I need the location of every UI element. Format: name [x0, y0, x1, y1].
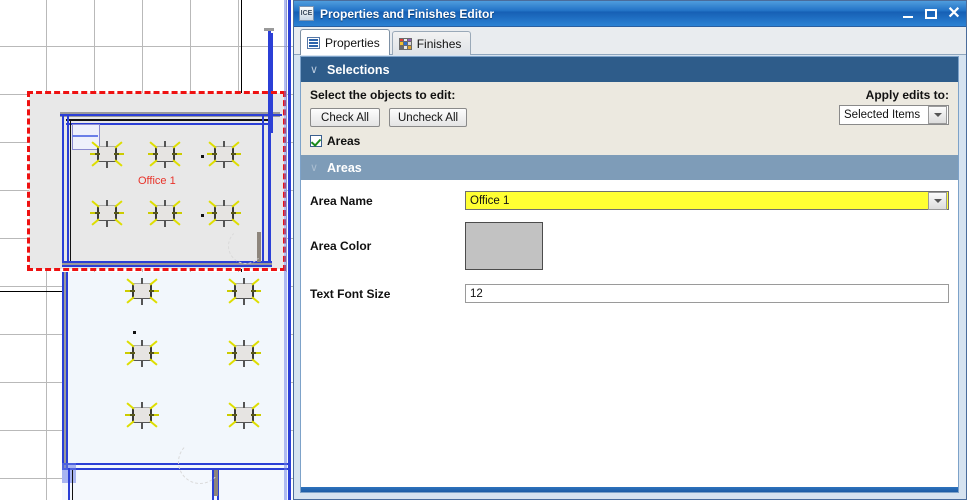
cad-wall-right-cap: [264, 28, 274, 31]
cad-wall-lower-left2: [66, 272, 68, 468]
apply-edits-value: Selected Items: [844, 109, 921, 121]
chevron-down-icon: ∨: [309, 162, 319, 174]
maximize-icon[interactable]: [923, 6, 939, 22]
text-font-size-row: Text Font Size 12: [301, 284, 958, 303]
areas-checkbox[interactable]: [310, 135, 322, 147]
cad-wall-far-right: [288, 0, 291, 500]
selections-section-body: Select the objects to edit: Check All Un…: [301, 82, 958, 155]
areas-section-body: Area Name Office 1 Area Color Text Font …: [301, 191, 958, 303]
cad-workstation[interactable]: [125, 402, 159, 429]
cad-door-swing: [228, 228, 264, 264]
list-icon: [307, 36, 320, 49]
apply-edits-label: Apply edits to:: [865, 88, 949, 102]
window-controls: ✕: [900, 1, 962, 26]
area-color-label: Area Color: [310, 239, 372, 253]
close-icon[interactable]: ✕: [946, 5, 962, 22]
cad-door-swing: [178, 440, 222, 484]
area-name-value: Office 1: [470, 194, 510, 207]
cad-workstation[interactable]: [148, 200, 182, 227]
cad-workstation[interactable]: [125, 340, 159, 367]
cad-drawing-canvas[interactable]: Office 1: [0, 0, 300, 500]
chevron-down-icon[interactable]: [928, 191, 947, 210]
cad-workstation[interactable]: [90, 200, 124, 227]
minimize-icon[interactable]: [900, 6, 916, 22]
cad-workstation[interactable]: [227, 278, 261, 305]
cad-wall-far-right2: [284, 0, 287, 500]
cad-wall-lower-bottom: [62, 463, 290, 465]
cad-workstation[interactable]: [90, 141, 124, 168]
area-name-label: Area Name: [310, 193, 373, 208]
cad-workstation[interactable]: [207, 200, 241, 227]
cad-workstation[interactable]: [227, 340, 261, 367]
tab-properties-label: Properties: [325, 35, 380, 50]
window-titlebar[interactable]: ICE Properties and Finishes Editor ✕: [294, 1, 966, 27]
cad-workstation[interactable]: [207, 141, 241, 168]
tab-properties[interactable]: Properties: [300, 29, 390, 55]
cad-point-marker: [201, 155, 204, 158]
area-color-swatch[interactable]: [465, 222, 543, 270]
cad-wall-lowest-left: [68, 468, 70, 500]
properties-editor-window: ICE Properties and Finishes Editor ✕ Pro…: [293, 0, 967, 500]
check-all-button[interactable]: Check All: [310, 108, 380, 127]
areas-header-label: Areas: [327, 160, 362, 175]
apply-edits-combobox[interactable]: Selected Items: [839, 105, 949, 125]
cad-point-marker: [201, 214, 204, 217]
tab-finishes-label: Finishes: [416, 36, 462, 51]
apply-edits-group: Apply edits to: Selected Items: [839, 88, 949, 125]
text-font-size-label: Text Font Size: [310, 286, 391, 301]
chevron-down-icon: ∨: [309, 64, 319, 76]
properties-panel: ∨ Selections Select the objects to edit:…: [300, 56, 959, 493]
cad-area-label: Office 1: [138, 175, 176, 187]
tab-finishes[interactable]: Finishes: [391, 31, 472, 55]
selections-header-label: Selections: [327, 62, 390, 77]
area-name-row: Area Name Office 1: [301, 191, 958, 210]
window-statusbar: [301, 487, 958, 492]
text-font-size-input[interactable]: 12: [465, 284, 949, 303]
chevron-down-icon[interactable]: [928, 106, 947, 124]
cad-wall-lowest-line: [72, 470, 73, 500]
cad-point-marker: [133, 331, 136, 334]
area-color-row: Area Color: [301, 222, 958, 270]
text-font-size-value: 12: [470, 287, 483, 300]
areas-checkbox-row[interactable]: Areas: [310, 134, 949, 148]
selections-section-header[interactable]: ∨ Selections: [301, 57, 958, 82]
ice-app-icon: ICE: [299, 6, 314, 21]
tab-strip: Properties Finishes: [294, 27, 966, 55]
areas-section-header[interactable]: ∨ Areas: [301, 155, 958, 180]
cad-workstation[interactable]: [227, 402, 261, 429]
uncheck-all-button[interactable]: Uncheck All: [389, 108, 468, 127]
cad-wall-lower-left-core: [64, 272, 66, 468]
cad-wall-lower-bottom2: [62, 468, 290, 470]
cad-room-lowest: [62, 470, 290, 500]
cad-workstation[interactable]: [125, 278, 159, 305]
window-title: Properties and Finishes Editor: [320, 6, 495, 21]
areas-checkbox-label: Areas: [327, 134, 361, 148]
area-name-combobox[interactable]: Office 1: [465, 191, 949, 210]
color-grid-icon: [398, 37, 412, 50]
cad-workstation[interactable]: [148, 141, 182, 168]
